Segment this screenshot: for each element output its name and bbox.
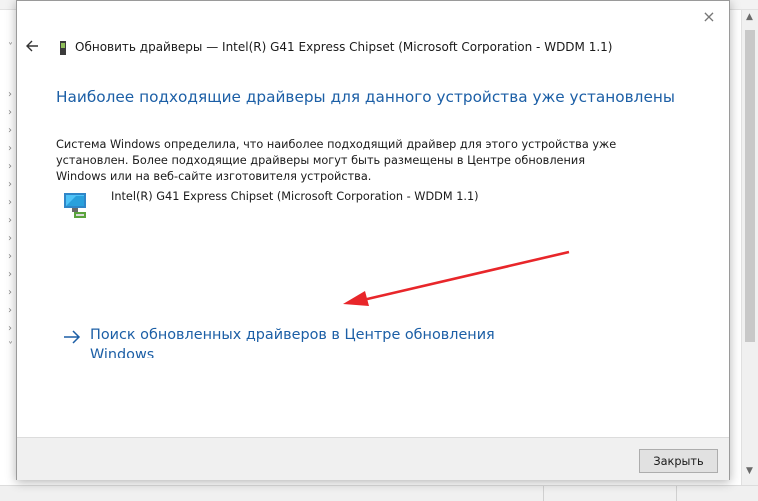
tree-expand-icon[interactable]: › — [8, 323, 12, 334]
tree-expand-icon[interactable]: ˅ — [8, 341, 13, 352]
dialog-footer: Закрыть — [17, 437, 729, 480]
status-separator — [676, 486, 677, 501]
tree-expand-icon[interactable]: › — [8, 287, 12, 298]
dialog-title: Обновить драйверы — Intel(R) G41 Express… — [75, 40, 613, 54]
close-button[interactable]: Закрыть — [639, 449, 718, 473]
status-bar — [0, 485, 758, 501]
description-line: Windows или на веб-сайте изготовителя ус… — [56, 170, 372, 183]
description-line: установлен. Более подходящие драйверы мо… — [56, 154, 586, 167]
tree-expand-icon[interactable]: › — [8, 179, 12, 190]
status-heading: Наиболее подходящие драйверы для данного… — [56, 88, 675, 106]
tree-expand-icon[interactable]: › — [8, 125, 12, 136]
scroll-down-icon[interactable]: ▼ — [746, 466, 753, 476]
tree-expand-icon[interactable]: › — [8, 161, 12, 172]
tree-expand-icon[interactable]: › — [8, 107, 12, 118]
link-text[interactable]: Поиск обновленных драйверов в Центре обн… — [90, 325, 540, 358]
tree-expand-icon[interactable]: › — [8, 89, 12, 100]
back-arrow-icon[interactable] — [24, 36, 40, 56]
windows-update-search-link[interactable]: Поиск обновленных драйверов в Центре обн… — [63, 325, 543, 358]
tree-expand-icon[interactable]: › — [8, 197, 12, 208]
close-icon[interactable]: × — [695, 7, 723, 27]
tree-expand-icon[interactable]: › — [8, 251, 12, 262]
description-line: Система Windows определила, что наиболее… — [56, 138, 617, 151]
tree-expand-icon[interactable]: › — [8, 143, 12, 154]
tree-expand-icon[interactable]: › — [8, 233, 12, 244]
vertical-scrollbar[interactable]: ▲ ▼ — [741, 10, 758, 485]
update-drivers-dialog: × Обновить драйверы — Intel(R) G41 Expre… — [16, 0, 730, 480]
tree-expand-icon[interactable]: › — [8, 269, 12, 280]
right-arrow-icon — [64, 330, 81, 344]
device-chip-icon — [60, 41, 66, 55]
display-adapter-icon — [64, 193, 86, 218]
red-annotation-arrow-icon — [343, 250, 570, 306]
description-text: Система Windows определила, что наиболее… — [56, 137, 617, 185]
scroll-up-icon[interactable]: ▲ — [746, 12, 753, 22]
tree-expand-icon[interactable]: ˅ — [8, 42, 13, 53]
tree-expand-icon[interactable]: › — [8, 215, 12, 226]
device-name: Intel(R) G41 Express Chipset (Microsoft … — [111, 190, 479, 203]
status-separator — [543, 486, 544, 501]
tree-expand-icon[interactable]: › — [8, 305, 12, 316]
scrollbar-thumb[interactable] — [745, 30, 755, 342]
